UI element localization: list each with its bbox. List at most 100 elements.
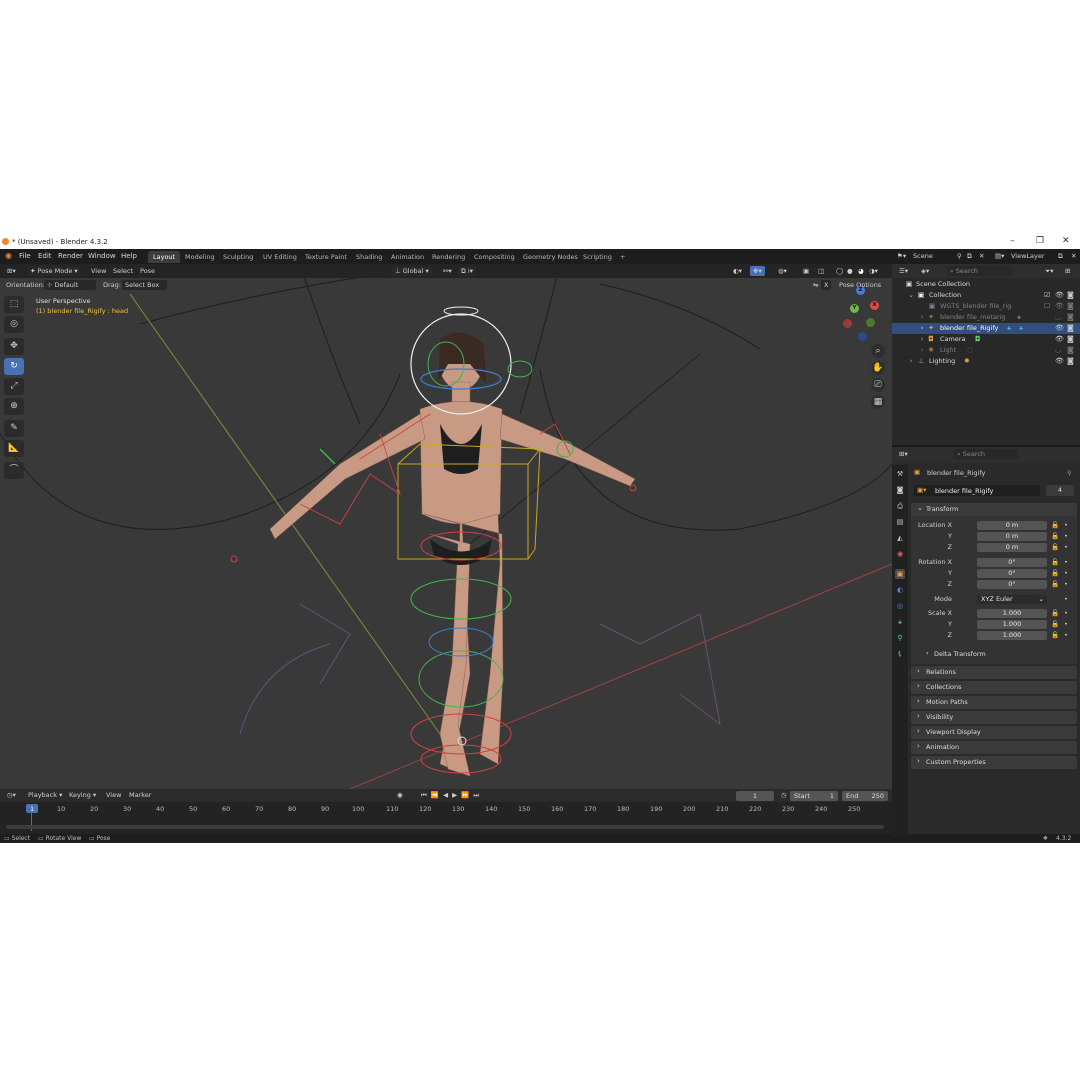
outliner-search-input[interactable]: ⌕ Search	[947, 266, 1012, 276]
filter-icon[interactable]: ⏷▾	[1042, 266, 1056, 276]
tab-compositing[interactable]: Compositing	[469, 251, 520, 263]
lock-icon[interactable]: 🔓	[1051, 532, 1059, 540]
gizmo-neg-z[interactable]	[858, 332, 867, 341]
menu-help[interactable]: Help	[121, 252, 137, 260]
keyframe-dot-icon[interactable]: •	[1064, 569, 1068, 577]
overlay-toggle-icon[interactable]: ◍▾	[775, 266, 790, 276]
view-layer-selector[interactable]: ViewLayer	[1008, 251, 1048, 261]
keyframe-dot-icon[interactable]: •	[1064, 631, 1068, 639]
modifier-tab-icon[interactable]: ◐	[895, 585, 905, 595]
lock-icon[interactable]: 🔓	[1051, 609, 1059, 617]
rotation-mode-dropdown[interactable]: XYZ Euler ⌄	[977, 595, 1047, 604]
pan-hand-icon[interactable]: ✋	[871, 361, 885, 375]
collections-panel-header[interactable]: › Collections	[911, 681, 1077, 694]
gizmo-x-axis[interactable]: X	[870, 301, 879, 310]
outliner-row-lighting[interactable]: › ⊥ Lighting ✹ 👁 ◙	[892, 356, 1080, 367]
rotation-y-field[interactable]: 0°	[977, 569, 1047, 578]
view-layer-icon[interactable]: ▤▾	[992, 251, 1007, 261]
eye-icon[interactable]: 👁	[1055, 335, 1064, 343]
playback-controls[interactable]: ⏮ ⏪ ◀ ▶ ⏩ ⏭	[418, 790, 483, 800]
drag-dropdown[interactable]: Select Box	[122, 280, 167, 290]
tab-sculpting[interactable]: Sculpting	[218, 251, 258, 263]
expand-chevron-icon[interactable]: ›	[918, 335, 926, 343]
timeline-scrollbar[interactable]	[6, 825, 884, 829]
render-camera-icon[interactable]: ◙	[1067, 324, 1074, 332]
menu-render[interactable]: Render	[58, 252, 83, 260]
render-camera-icon[interactable]: ◙	[1067, 291, 1074, 299]
close-button[interactable]: ✕	[1062, 236, 1070, 246]
outliner-row-camera[interactable]: › ◘ Camera ◘ 👁 ◙	[892, 334, 1080, 345]
tab-shading[interactable]: Shading	[351, 251, 387, 263]
mode-dropdown[interactable]: ✦ Pose Mode ▾	[27, 266, 81, 276]
end-frame-field[interactable]: End 250	[842, 791, 888, 801]
eye-icon[interactable]: 👁	[1055, 357, 1064, 365]
eye-icon[interactable]: 👁	[1055, 324, 1064, 332]
snap-icon[interactable]: ⧉ ⁞▾	[458, 266, 477, 276]
3d-viewport[interactable]: ⊞▾ ✦ Pose Mode ▾ View Select Pose ⊥ Glob…	[0, 264, 892, 789]
viewport-display-panel-header[interactable]: › Viewport Display	[911, 726, 1077, 739]
perspective-toggle-icon[interactable]: ▦	[871, 395, 885, 409]
render-camera-icon[interactable]: ◙	[1067, 346, 1074, 354]
menu-pose[interactable]: Pose	[137, 266, 158, 276]
rotation-z-field[interactable]: 0°	[977, 580, 1047, 589]
scale-z-field[interactable]: 1.000	[977, 631, 1047, 640]
menu-view[interactable]: View	[88, 266, 109, 276]
bone-tab-icon[interactable]: ⚸	[895, 649, 905, 659]
properties-search-input[interactable]: ⌕ Search	[954, 449, 1018, 459]
pin-icon[interactable]: ⚲	[1067, 469, 1072, 477]
tab-geometry-nodes[interactable]: Geometry Nodes	[518, 251, 583, 263]
display-mode-icon[interactable]: ◈▾	[918, 266, 932, 276]
menu-file[interactable]: File	[19, 252, 31, 260]
scene-icon[interactable]: ⚑▾	[894, 251, 909, 261]
keyframe-dot-icon[interactable]: •	[1064, 609, 1068, 617]
maximize-button[interactable]: ❐	[1036, 236, 1044, 246]
eye-icon[interactable]: 👁	[1055, 302, 1064, 310]
scale-x-field[interactable]: 1.000	[977, 609, 1047, 618]
expand-chevron-icon[interactable]: ›	[918, 313, 926, 321]
outliner-row-collection[interactable]: ⌄ ▣ Collection ☑ 👁 ◙	[892, 290, 1080, 301]
gizmo-toggle-icon[interactable]: ✥▾	[750, 266, 765, 276]
visibility-icon[interactable]: ◐▾	[730, 266, 745, 276]
timeline-view-menu[interactable]: View	[103, 790, 124, 800]
tab-animation[interactable]: Animation	[386, 251, 429, 263]
relations-panel-header[interactable]: › Relations	[911, 666, 1077, 679]
lock-icon[interactable]: 🔓	[1051, 631, 1059, 639]
zoom-icon[interactable]: ⌕	[871, 344, 885, 358]
outliner-row-scene-collection[interactable]: ▣ Scene Collection	[892, 279, 1080, 290]
render-camera-icon[interactable]: ◙	[1067, 335, 1074, 343]
outliner-row-metarig[interactable]: › ✦ blender file_metarig ⚹ ◡ ◙	[892, 312, 1080, 323]
gizmo-neg-y[interactable]	[866, 318, 875, 327]
scene-new-icon[interactable]: ⧉	[964, 251, 975, 261]
physics-tab-icon[interactable]: ◎	[895, 601, 905, 611]
x-mirror-toggle[interactable]: X	[821, 280, 832, 290]
output-tab-icon[interactable]: ⎙	[895, 501, 905, 511]
exclude-checkbox[interactable]: ☐	[1044, 302, 1050, 310]
lock-icon[interactable]: 🔓	[1051, 543, 1059, 551]
preview-range-icon[interactable]: ◷	[778, 790, 790, 800]
location-z-field[interactable]: 0 m	[977, 543, 1047, 552]
tab-rendering[interactable]: Rendering	[427, 251, 470, 263]
menu-select[interactable]: Select	[110, 266, 136, 276]
tab-uv-editing[interactable]: UV Editing	[258, 251, 302, 263]
transform-tool-icon[interactable]: ⊕	[4, 398, 24, 415]
keyframe-dot-icon[interactable]: •	[1064, 532, 1068, 540]
blender-menu-icon[interactable]: ◉	[5, 251, 12, 260]
keyframe-dot-icon[interactable]: •	[1064, 595, 1068, 603]
scale-tool-icon[interactable]: ⤢	[4, 378, 24, 395]
scale-y-field[interactable]: 1.000	[977, 620, 1047, 629]
delta-transform-subpanel[interactable]: › Delta Transform	[922, 648, 1072, 660]
keyframe-dot-icon[interactable]: •	[1064, 521, 1068, 529]
outliner-editor-icon[interactable]: ☰▾	[896, 266, 911, 276]
view-layer-new-icon[interactable]: ⧉	[1055, 251, 1066, 261]
expand-chevron-icon[interactable]: ›	[918, 346, 926, 354]
auto-key-icon[interactable]: ◉	[394, 790, 406, 800]
gizmo-neg-x[interactable]	[843, 319, 852, 328]
material-shading-icon[interactable]: ◕	[855, 266, 867, 276]
xray-icon[interactable]: ▣	[800, 266, 812, 276]
tab-layout[interactable]: Layout	[148, 251, 181, 263]
scene-close-icon[interactable]: ✕	[976, 251, 987, 261]
menu-edit[interactable]: Edit	[38, 252, 52, 260]
constraint-tab-icon[interactable]: ⚹	[895, 617, 905, 627]
rotation-x-field[interactable]: 0°	[977, 558, 1047, 567]
view-layer-tab-icon[interactable]: ▤	[895, 517, 905, 527]
